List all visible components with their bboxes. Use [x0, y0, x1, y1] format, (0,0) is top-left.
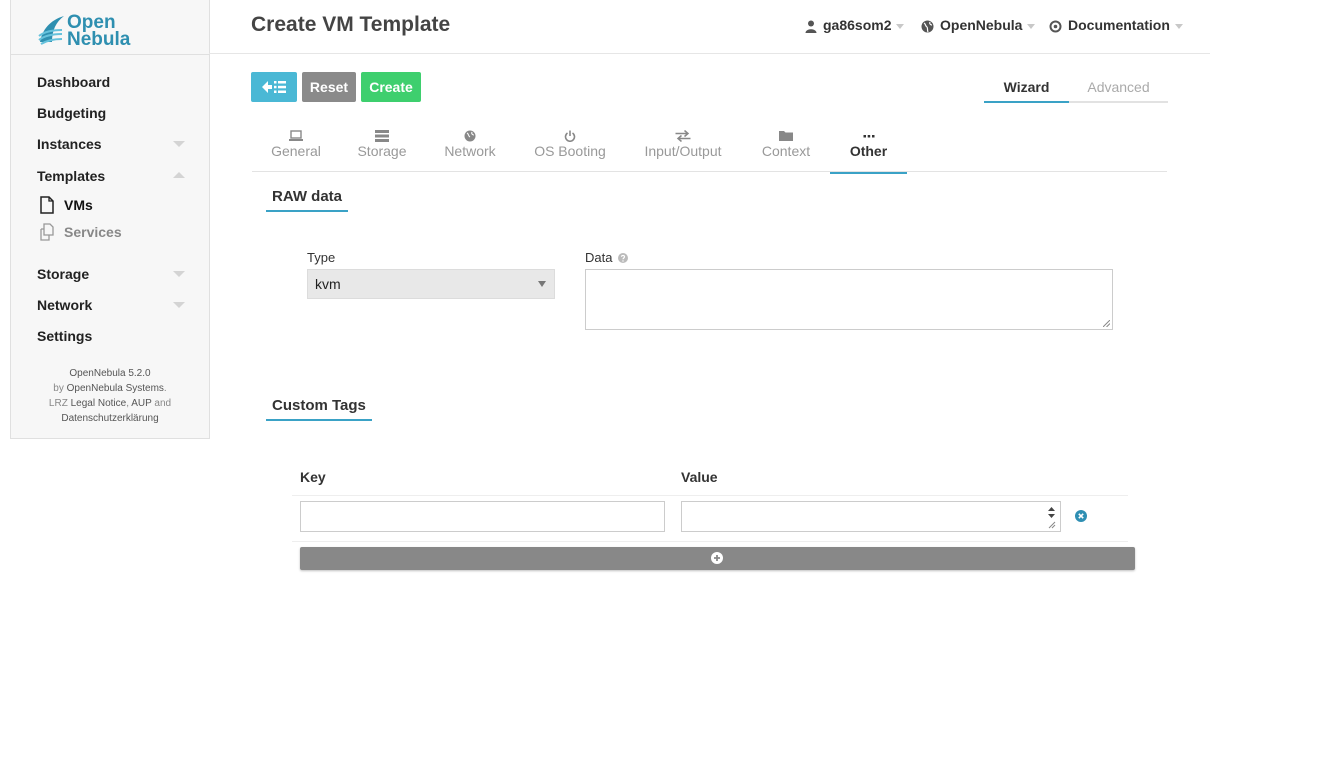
folder-icon	[779, 131, 793, 141]
documentation-menu[interactable]: Documentation	[1049, 17, 1183, 33]
footer-aup-link[interactable]: AUP	[131, 398, 151, 409]
sidebar-item-storage[interactable]: Storage	[37, 264, 185, 284]
create-button[interactable]: Create	[361, 72, 421, 102]
sidebar-item-templates[interactable]: Templates	[37, 166, 185, 186]
footer-lrz: LRZ	[48, 398, 68, 409]
custom-tags-title: Custom Tags	[266, 397, 372, 421]
footer-version: OpenNebula 5.2.0	[69, 368, 151, 379]
key-input[interactable]	[300, 501, 665, 532]
file-icon	[40, 196, 54, 214]
user-menu[interactable]: ga86som2	[805, 17, 905, 33]
footer-by: by	[53, 383, 64, 394]
sidebar-item-label: Dashboard	[37, 74, 111, 90]
tab-advanced[interactable]: Advanced	[1069, 79, 1168, 103]
data-label: Data	[585, 250, 613, 265]
caret-down-icon	[1027, 23, 1036, 29]
data-textarea[interactable]	[585, 269, 1113, 330]
sidebar-item-label: Budgeting	[37, 105, 107, 121]
back-to-list-button[interactable]	[251, 72, 297, 102]
footer-privacy-link[interactable]: Datenschutzerklärung	[61, 413, 158, 424]
data-label-wrap: Data	[585, 250, 629, 265]
page-header: Create VM Template ga86som2 OpenNebula D…	[209, 0, 1210, 54]
tab-label: Context	[761, 143, 811, 159]
power-icon	[564, 130, 576, 142]
resize-grip-icon[interactable]	[1103, 320, 1110, 327]
footer-company-link[interactable]: OpenNebula Systems	[67, 383, 164, 394]
value-column-header: Value	[681, 469, 718, 485]
logo-text-nebula: Nebula	[67, 29, 131, 50]
tab-other[interactable]: Other	[830, 128, 907, 174]
tab-label: General	[271, 143, 321, 159]
tab-label: Input/Output	[644, 143, 722, 159]
add-row-button[interactable]	[300, 547, 1135, 570]
help-icon[interactable]	[618, 253, 629, 263]
user-name: ga86som2	[823, 17, 892, 33]
exchange-icon	[675, 130, 691, 142]
page-title: Create VM Template	[251, 13, 451, 36]
raw-data-title: RAW data	[266, 188, 349, 212]
sidebar-item-instances[interactable]: Instances	[37, 134, 185, 154]
nebula-logo-icon	[38, 16, 64, 45]
reset-button[interactable]: Reset	[302, 72, 356, 102]
sidebar-item-budgeting[interactable]: Budgeting	[37, 103, 185, 123]
sidebar-subitem-label: Services	[64, 224, 122, 240]
caret-down-icon	[1174, 23, 1183, 29]
tab-wizard[interactable]: Wizard	[984, 79, 1069, 103]
life-ring-icon	[1049, 20, 1062, 33]
tab-network[interactable]: Network	[436, 128, 504, 172]
sidebar-footer: OpenNebula 5.2.0 by OpenNebula Systems. …	[48, 368, 172, 424]
type-select[interactable]: kvm	[307, 269, 555, 299]
value-textarea[interactable]	[681, 501, 1061, 532]
sidebar-item-label: Instances	[37, 136, 102, 152]
spinner-icon[interactable]	[1047, 505, 1056, 529]
tab-label: Storage	[357, 143, 407, 159]
sidebar-item-label: Templates	[37, 168, 106, 184]
sidebar: Open Nebula Dashboard Budgeting Instance…	[10, 0, 210, 439]
tab-general[interactable]: General	[264, 128, 328, 172]
chevron-down-icon	[538, 281, 546, 287]
chevron-down-icon	[173, 271, 185, 277]
chevron-down-icon	[173, 302, 185, 308]
chevron-up-icon	[173, 172, 185, 178]
plus-circle-icon	[711, 552, 723, 564]
sidebar-item-label: Network	[37, 297, 93, 313]
tab-os-booting[interactable]: OS Booting	[530, 128, 610, 172]
chevron-down-icon	[173, 141, 185, 147]
tab-label: Network	[444, 143, 496, 159]
tab-context[interactable]: Context	[754, 128, 818, 172]
tab-label: OS Booting	[534, 143, 606, 159]
sidebar-subitem-label: VMs	[64, 197, 93, 213]
globe-icon	[464, 130, 476, 142]
tab-label: Other	[849, 143, 888, 159]
back-list-icon	[262, 81, 286, 93]
key-column-header: Key	[300, 469, 326, 485]
table-divider	[292, 495, 1128, 496]
user-icon	[805, 20, 817, 33]
footer-legal-link[interactable]: Legal Notice	[71, 398, 127, 409]
ellipsis-icon	[863, 135, 874, 138]
server-icon	[375, 130, 389, 142]
sidebar-item-dashboard[interactable]: Dashboard	[37, 72, 185, 92]
caret-down-icon	[896, 23, 905, 29]
tab-storage[interactable]: Storage	[350, 128, 414, 172]
remove-row-icon[interactable]	[1075, 510, 1087, 522]
footer-and: and	[154, 398, 172, 409]
sidebar-item-settings[interactable]: Settings	[37, 326, 185, 346]
documentation-label: Documentation	[1068, 17, 1170, 33]
copy-icon	[40, 223, 54, 241]
sidebar-item-label: Settings	[37, 328, 93, 344]
sidebar-item-network[interactable]: Network	[37, 295, 185, 315]
tab-input-output[interactable]: Input/Output	[636, 128, 730, 172]
sidebar-item-label: Storage	[37, 266, 90, 282]
globe-icon	[921, 20, 934, 33]
zone-menu[interactable]: OpenNebula	[921, 17, 1036, 33]
laptop-icon	[289, 130, 303, 141]
zone-name: OpenNebula	[940, 17, 1023, 33]
type-select-value: kvm	[315, 276, 341, 292]
type-label: Type	[307, 250, 336, 265]
opennebula-logo[interactable]: Open Nebula	[11, 0, 209, 55]
table-divider	[292, 541, 1128, 542]
